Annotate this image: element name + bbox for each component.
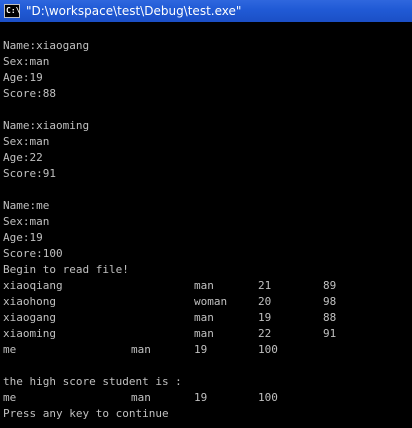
- student-score: Score:88: [3, 87, 56, 100]
- file-row-sex: woman: [194, 295, 228, 308]
- high-score-row: me man 19 100: [3, 390, 412, 406]
- file-row: xiaoming man 22 91: [3, 326, 412, 342]
- file-row-score: 91: [323, 327, 337, 340]
- file-row: xiaohong woman 20 98: [3, 294, 412, 310]
- file-row-score: 88: [323, 311, 337, 324]
- console-app-icon[interactable]: C:\: [4, 4, 20, 18]
- file-row-score: 98: [323, 295, 337, 308]
- console-window: C:\ "D:\workspace\test\Debug\test.exe" N…: [0, 0, 412, 428]
- file-row-age: 22: [258, 327, 272, 340]
- high-score-sex: man: [131, 391, 151, 404]
- student-sex: Sex:man: [3, 135, 50, 148]
- title-bar[interactable]: C:\ "D:\workspace\test\Debug\test.exe": [0, 0, 412, 22]
- high-score-label: the high score student is :: [3, 375, 182, 388]
- file-row-score: 89: [323, 279, 337, 292]
- file-row-name: me: [3, 343, 17, 356]
- file-row-sex: man: [131, 343, 151, 356]
- file-row-age: 20: [258, 295, 272, 308]
- student-name: Name:me: [3, 199, 50, 212]
- window-title: "D:\workspace\test\Debug\test.exe": [26, 4, 242, 18]
- file-row-name: xiaoming: [3, 327, 56, 340]
- begin-read-message: Begin to read file!: [3, 263, 129, 276]
- high-score-score: 100: [258, 391, 278, 404]
- student-age: Age:22: [3, 151, 43, 164]
- file-row-name: xiaogang: [3, 311, 56, 324]
- student-score: Score:100: [3, 247, 63, 260]
- student-name: Name:xiaogang: [3, 39, 90, 52]
- student-score: Score:91: [3, 167, 56, 180]
- high-score-name: me: [3, 391, 17, 404]
- student-name: Name:xiaoming: [3, 119, 90, 132]
- file-row-name: xiaohong: [3, 295, 56, 308]
- file-row: xiaogang man 19 88: [3, 310, 412, 326]
- file-row: xiaoqiang man 21 89: [3, 278, 412, 294]
- file-row-sex: man: [194, 311, 214, 324]
- student-age: Age:19: [3, 231, 43, 244]
- file-row-age: 21: [258, 279, 272, 292]
- file-row-sex: man: [194, 327, 214, 340]
- file-row-age: 19: [258, 311, 272, 324]
- continue-prompt: Press any key to continue: [3, 407, 169, 420]
- student-sex: Sex:man: [3, 215, 50, 228]
- console-output: Name:xiaogang Sex:man Age:19 Score:88 Na…: [3, 22, 412, 428]
- high-score-age: 19: [194, 391, 208, 404]
- file-row-name: xiaoqiang: [3, 279, 63, 292]
- file-row-score: 100: [258, 343, 278, 356]
- student-age: Age:19: [3, 71, 43, 84]
- file-row-age: 19: [194, 343, 208, 356]
- file-row-sex: man: [194, 279, 214, 292]
- student-sex: Sex:man: [3, 55, 50, 68]
- file-row-short: me man 19 100: [3, 342, 412, 358]
